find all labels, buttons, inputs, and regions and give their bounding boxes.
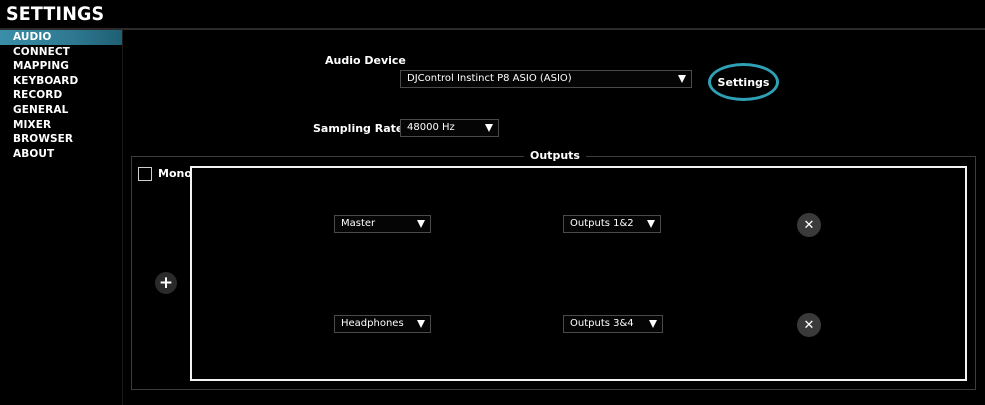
outputs-title: Outputs <box>524 149 586 162</box>
sampling-rate-label: Sampling Rate: <box>313 122 408 135</box>
triangle-down-icon <box>417 320 425 328</box>
plus-icon: + <box>158 272 174 293</box>
sidebar-item-mixer[interactable]: MIXER <box>0 118 122 133</box>
triangle-down-icon <box>678 75 686 83</box>
remove-output-button-1[interactable]: ✕ <box>797 213 821 237</box>
triangle-down-icon <box>485 124 493 132</box>
settings-button-label: Settings <box>717 75 770 89</box>
close-icon: ✕ <box>803 217 815 233</box>
sidebar-item-mapping[interactable]: MAPPING <box>0 59 122 74</box>
sidebar-item-browser[interactable]: BROWSER <box>0 132 122 147</box>
audio-device-label: Audio Device <box>325 54 406 67</box>
output-source-value: Headphones <box>341 318 404 329</box>
output-target-value: Outputs 3&4 <box>570 318 634 329</box>
sidebar-item-about[interactable]: ABOUT <box>0 147 122 162</box>
mono-checkbox[interactable] <box>138 167 152 181</box>
triangle-down-icon <box>417 220 425 228</box>
remove-output-button-2[interactable]: ✕ <box>797 313 821 337</box>
triangle-down-icon <box>647 220 655 228</box>
output-target-dropdown-1[interactable]: Outputs 1&2 <box>563 215 661 233</box>
mono-label: Mono <box>158 167 192 180</box>
output-source-value: Master <box>341 218 376 229</box>
sidebar-divider <box>122 30 123 405</box>
sidebar-item-keyboard[interactable]: KEYBOARD <box>0 74 122 89</box>
sidebar-item-record[interactable]: RECORD <box>0 88 122 103</box>
sidebar: AUDIO CONNECT MAPPING KEYBOARD RECORD GE… <box>0 30 122 405</box>
page-title: SETTINGS <box>6 3 105 25</box>
output-target-dropdown-2[interactable]: Outputs 3&4 <box>563 315 663 333</box>
audio-device-dropdown[interactable]: DJControl Instinct P8 ASIO (ASIO) <box>400 70 692 88</box>
sampling-rate-value: 48000 Hz <box>407 122 455 133</box>
sidebar-item-connect[interactable]: CONNECT <box>0 45 122 60</box>
audio-device-value: DJControl Instinct P8 ASIO (ASIO) <box>407 73 572 84</box>
sidebar-item-audio[interactable]: AUDIO <box>0 30 122 45</box>
output-source-dropdown-master[interactable]: Master <box>334 215 431 233</box>
add-output-button[interactable]: + <box>155 272 177 294</box>
close-icon: ✕ <box>803 317 815 333</box>
output-target-value: Outputs 1&2 <box>570 218 634 229</box>
triangle-down-icon <box>649 320 657 328</box>
title-divider <box>0 28 985 30</box>
sampling-rate-dropdown[interactable]: 48000 Hz <box>400 119 499 137</box>
output-routing-panel <box>190 166 967 381</box>
output-source-dropdown-headphones[interactable]: Headphones <box>334 315 431 333</box>
settings-button[interactable]: Settings <box>708 63 779 101</box>
sidebar-item-general[interactable]: GENERAL <box>0 103 122 118</box>
settings-window: SETTINGS AUDIO CONNECT MAPPING KEYBOARD … <box>0 0 985 405</box>
